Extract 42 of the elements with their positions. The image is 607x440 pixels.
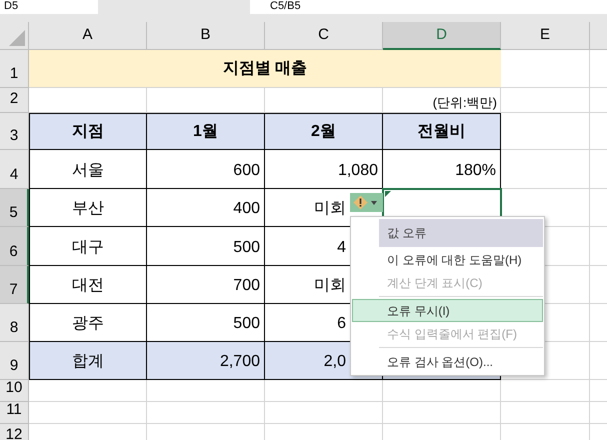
column-header[interactable]: A — [29, 22, 147, 50]
table-cell: 부산 — [29, 189, 147, 227]
row-header[interactable]: 2 — [0, 88, 29, 113]
menu-heading: 값 오류 — [379, 219, 543, 247]
sheet-title: 지점별 매출 — [29, 50, 501, 88]
corner-triangle-icon — [9, 30, 25, 46]
table-cell: 180% — [383, 150, 501, 189]
column-header[interactable]: D — [383, 22, 501, 50]
row-header[interactable]: 7 — [0, 266, 29, 304]
column-header[interactable]: C — [265, 22, 383, 50]
row-header[interactable]: 6 — [0, 227, 29, 266]
column-header[interactable]: B — [147, 22, 265, 50]
row-header[interactable]: 9 — [0, 342, 29, 380]
column-heading: 2월 — [265, 113, 383, 150]
column-heading: 전월비 — [383, 113, 501, 150]
row-header[interactable]: 5 — [0, 189, 29, 227]
table-cell: 600 — [147, 150, 265, 189]
caret-icon — [371, 200, 377, 204]
row-header[interactable]: 8 — [0, 304, 29, 342]
table-cell: 1,080 — [265, 150, 383, 189]
column-heading: 1월 — [147, 113, 265, 150]
column-header[interactable]: E — [501, 22, 590, 50]
column-heading: 지점 — [29, 113, 147, 150]
table-cell: 대구 — [29, 227, 147, 266]
row-header[interactable]: 4 — [0, 150, 29, 189]
table-cell: 서울 — [29, 150, 147, 189]
formula-field[interactable]: C5/B5 — [250, 0, 607, 14]
row-header[interactable]: 1 — [0, 50, 29, 88]
warning-diamond-icon — [353, 195, 368, 210]
row-header[interactable]: 12 — [0, 424, 29, 440]
error-options-button[interactable] — [350, 193, 383, 212]
table-cell: 400 — [147, 189, 265, 227]
table-cell: 합계 — [29, 342, 147, 380]
row-header[interactable]: 11 — [0, 402, 29, 424]
table-cell: 700 — [147, 266, 265, 304]
row-header[interactable]: 3 — [0, 113, 29, 150]
row-header[interactable]: 10 — [0, 380, 29, 402]
name-box[interactable]: D5 — [0, 0, 98, 14]
menu-item[interactable]: 오류 무시(I) — [352, 299, 543, 322]
table-cell: 2,700 — [147, 342, 265, 380]
table-cell: 500 — [147, 227, 265, 266]
table-cell: 대전 — [29, 266, 147, 304]
